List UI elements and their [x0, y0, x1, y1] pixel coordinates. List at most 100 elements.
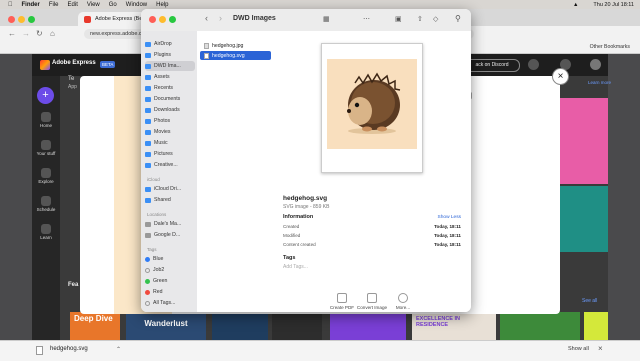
sidebar-item-icloud-drive[interactable]: iCloud Dri...	[145, 184, 195, 194]
group-icon[interactable]: ▣	[395, 15, 402, 23]
browser-zoom-icon[interactable]	[28, 16, 35, 23]
tile-deep-dive[interactable]: Deep Dive	[70, 312, 120, 340]
tag-all[interactable]: All Tags...	[145, 298, 195, 308]
help-icon[interactable]	[528, 59, 539, 70]
clock[interactable]: Thu 20 Jul 18:11	[593, 2, 634, 8]
avatar[interactable]	[590, 59, 601, 70]
forward-icon[interactable]: →	[22, 29, 30, 38]
other-bookmarks[interactable]: Other Bookmarks	[590, 44, 630, 50]
shared-folder-icon	[145, 197, 151, 203]
adobe-favicon-icon	[84, 15, 91, 23]
tile-excellence[interactable]: EXCELLENCE IN RESIDENCE	[412, 312, 496, 340]
back-icon[interactable]: ‹	[205, 13, 208, 23]
sidebar-item-mac[interactable]: Dale's Ma...	[145, 219, 195, 229]
promo-tile-teal[interactable]	[560, 186, 608, 252]
close-icon[interactable]: ×	[598, 344, 603, 353]
menu-app-finder[interactable]: Finder	[22, 2, 40, 8]
folder-icon	[145, 52, 151, 58]
sidebar-item-photos[interactable]: Photos	[145, 116, 195, 126]
browser-minimize-icon[interactable]	[18, 16, 25, 23]
tag-job2[interactable]: Job2	[145, 265, 195, 275]
tile-8[interactable]	[584, 312, 608, 340]
menu-bar:  Finder File Edit View Go Window Help ▲…	[0, 0, 640, 9]
share-icon[interactable]: ⇧	[417, 15, 423, 23]
browser-close-icon[interactable]	[8, 16, 15, 23]
finder-zoom-icon[interactable]	[169, 16, 176, 23]
file-list: hedgehog.jpg hedgehog.svg	[197, 31, 276, 312]
sidebar-item-documents[interactable]: Documents	[145, 94, 195, 104]
sidebar-item-your-stuff[interactable]: Your stuff	[32, 140, 60, 156]
more-options-icon[interactable]: ⋯	[363, 15, 370, 23]
sidebar-item-pictures[interactable]: Pictures	[145, 149, 195, 159]
sidebar-item-recents[interactable]: Recents	[145, 83, 195, 93]
sidebar-item-schedule[interactable]: Schedule	[32, 196, 60, 212]
all-tags-icon	[145, 300, 150, 306]
sidebar-item-plugins[interactable]: Plugins	[145, 50, 195, 60]
wifi-icon[interactable]: ▲	[573, 2, 578, 8]
sidebar-item-shared[interactable]: Shared	[145, 195, 195, 205]
discord-button[interactable]: ack on Discord	[464, 59, 520, 72]
menu-view[interactable]: View	[87, 2, 100, 8]
sidebar-item-music[interactable]: Music	[145, 138, 195, 148]
sidebar-item-creative[interactable]: Creative...	[145, 160, 195, 170]
modified-value: Today, 18:11	[434, 233, 461, 238]
laptop-icon	[145, 221, 151, 227]
sidebar-item-assets[interactable]: Assets	[145, 72, 195, 82]
learn-more-link[interactable]: Learn more	[588, 80, 611, 85]
tile-3[interactable]	[212, 312, 268, 340]
menu-help[interactable]: Help	[156, 2, 168, 8]
sidebar-item-airdrop[interactable]: AirDrop	[145, 39, 195, 49]
search-icon[interactable]: ⚲	[455, 14, 461, 23]
folder-icon	[145, 74, 151, 80]
tile-7[interactable]	[500, 312, 580, 340]
show-all-button[interactable]: Show all	[568, 346, 589, 352]
show-less-link[interactable]: Show Less	[438, 215, 461, 220]
create-pdf-button[interactable]: Create PDF	[326, 293, 358, 310]
promo-tile-pink[interactable]	[560, 98, 608, 184]
forward-icon[interactable]: ›	[219, 13, 222, 23]
sidebar-item-downloads[interactable]: Downloads	[145, 105, 195, 115]
tag-icon[interactable]: ◇	[433, 15, 438, 23]
view-columns-icon[interactable]: ▦	[323, 15, 330, 23]
information-heading: Information	[283, 214, 314, 220]
sidebar-item-learn[interactable]: Learn	[32, 224, 60, 240]
preview-filename: hedgehog.svg	[283, 195, 328, 202]
more-button[interactable]: More...	[387, 293, 419, 310]
sidebar-item-movies[interactable]: Movies	[145, 127, 195, 137]
reload-icon[interactable]: ↻	[36, 29, 43, 38]
tag-blue[interactable]: Blue	[145, 254, 195, 264]
menu-go[interactable]: Go	[109, 2, 117, 8]
content-created-label: Content created	[283, 242, 316, 247]
sidebar-item-dwd-images[interactable]: DWD Ima...	[145, 61, 195, 71]
modal-close-button[interactable]: ×	[552, 68, 569, 85]
download-icon	[145, 107, 151, 113]
tile-4[interactable]	[272, 312, 322, 340]
tile-5[interactable]	[330, 312, 406, 340]
menu-window[interactable]: Window	[126, 2, 147, 8]
tag-red[interactable]: Red	[145, 287, 195, 297]
back-icon[interactable]: ←	[8, 29, 16, 38]
file-hedgehog-svg[interactable]: hedgehog.svg	[200, 51, 271, 60]
home-icon[interactable]: ⌂	[50, 29, 55, 38]
pdf-icon	[337, 293, 347, 303]
sidebar-item-google-drive[interactable]: Google D...	[145, 230, 195, 240]
add-tags-field[interactable]: Add Tags...	[283, 264, 308, 270]
airdrop-icon	[145, 41, 151, 47]
sidebar-item-explore[interactable]: Explore	[32, 168, 60, 184]
create-new-button[interactable]: +	[37, 87, 54, 104]
convert-image-button[interactable]: Convert Image	[356, 293, 388, 310]
tile-wanderlust[interactable]: Wanderlust	[126, 312, 206, 340]
finder-minimize-icon[interactable]	[159, 16, 166, 23]
chevron-up-icon[interactable]: ⌃	[116, 346, 121, 353]
sidebar-item-home[interactable]: Home	[32, 112, 60, 128]
menu-edit[interactable]: Edit	[68, 2, 78, 8]
file-hedgehog-jpg[interactable]: hedgehog.jpg	[200, 41, 271, 50]
adobe-express-logo-icon[interactable]	[40, 60, 50, 70]
apple-icon[interactable]: 	[8, 2, 13, 8]
see-all-link[interactable]: See all	[582, 298, 597, 304]
download-item[interactable]: hedgehog.svg	[50, 346, 88, 352]
menu-file[interactable]: File	[49, 2, 59, 8]
tag-green[interactable]: Green	[145, 276, 195, 286]
gray-tag-icon	[145, 267, 150, 273]
finder-close-icon[interactable]	[149, 16, 156, 23]
